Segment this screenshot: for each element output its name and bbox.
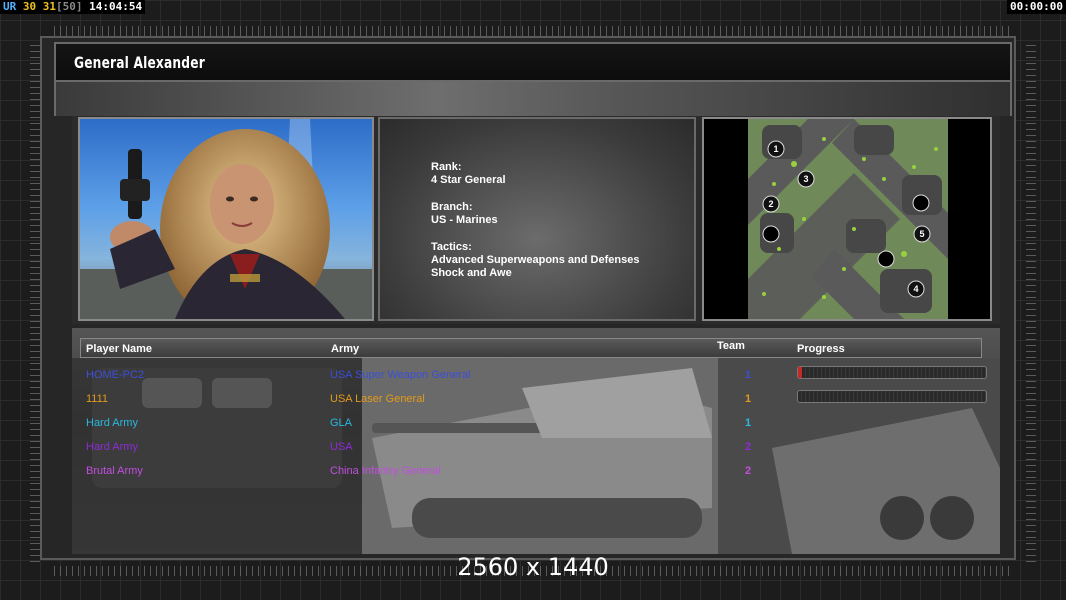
player-row: Hard Army USA 2 bbox=[0, 438, 1066, 458]
player-row: Hard Army GLA 1 bbox=[0, 414, 1066, 434]
player-progress-bar bbox=[797, 366, 987, 379]
player-row: Brutal Army China Infantry General 2 bbox=[0, 462, 1066, 482]
player-row: 1111 USA Laser General 1 bbox=[0, 390, 1066, 410]
rank-label: Rank: bbox=[431, 161, 462, 173]
fps-value-a: 30 bbox=[22, 0, 37, 13]
map-start-1: 1 bbox=[773, 144, 778, 154]
player-team: 2 bbox=[745, 465, 752, 477]
left-ruler bbox=[30, 40, 40, 562]
map-preview: 1 2 3 4 5 bbox=[702, 117, 992, 321]
map-start-5: 5 bbox=[919, 229, 924, 239]
player-army: GLA bbox=[330, 417, 353, 429]
player-team: 1 bbox=[745, 417, 752, 429]
player-name: 1111 bbox=[86, 393, 109, 405]
player-team: 1 bbox=[745, 369, 752, 381]
header-team: Team bbox=[717, 340, 745, 352]
map-start-3: 3 bbox=[803, 174, 808, 184]
clock: 14:04:54 bbox=[89, 0, 143, 13]
player-name: Brutal Army bbox=[86, 465, 143, 477]
player-row: HOME-PC2 USA Super Weapon General 1 bbox=[0, 366, 1066, 386]
player-army: USA Super Weapon General bbox=[330, 369, 471, 381]
player-name: Hard Army bbox=[86, 417, 138, 429]
decorative-band bbox=[54, 82, 1012, 116]
player-progress-bar bbox=[797, 390, 987, 403]
tactics-label: Tactics: bbox=[431, 241, 472, 253]
ur-label: UR bbox=[3, 0, 17, 13]
fps-limit: [50] bbox=[56, 0, 83, 13]
header-player-name: Player Name bbox=[86, 343, 153, 355]
branch-value: US - Marines bbox=[431, 214, 498, 226]
resolution-watermark: 2560 x 1440 bbox=[457, 553, 609, 581]
right-ruler bbox=[1026, 40, 1036, 562]
player-team: 2 bbox=[745, 441, 752, 453]
map-start-2: 2 bbox=[768, 199, 773, 209]
map-start-4: 4 bbox=[913, 284, 918, 294]
portrait-image bbox=[80, 119, 372, 319]
fps-overlay: UR 30 31[50] 14:04:54 bbox=[0, 0, 146, 14]
general-title: General Alexander bbox=[74, 53, 205, 72]
player-team: 1 bbox=[745, 393, 752, 405]
players-table-header: Player Name Army Team Progress bbox=[80, 338, 982, 358]
stats-text: Rank: 4 Star General Branch: US - Marine… bbox=[431, 161, 639, 280]
header-progress: Progress bbox=[797, 343, 845, 355]
player-name: Hard Army bbox=[86, 441, 138, 453]
player-army: China Infantry General bbox=[330, 465, 441, 477]
general-title-bar: General Alexander bbox=[54, 42, 1012, 82]
fps-value-b: 31 bbox=[42, 0, 56, 13]
player-progress-fill bbox=[798, 367, 802, 378]
tactics-line-2: Shock and Awe bbox=[431, 267, 512, 279]
player-army: USA bbox=[330, 441, 353, 453]
elapsed-timer: 00:00:00 bbox=[1007, 0, 1066, 14]
player-name: HOME-PC2 bbox=[86, 369, 145, 381]
rank-value: 4 Star General bbox=[431, 174, 506, 186]
general-portrait bbox=[78, 117, 374, 321]
general-stats-panel: Rank: 4 Star General Branch: US - Marine… bbox=[378, 117, 696, 321]
header-army: Army bbox=[331, 343, 360, 355]
branch-label: Branch: bbox=[431, 201, 473, 213]
tactics-line-1: Advanced Superweapons and Defenses bbox=[431, 254, 640, 266]
top-ruler bbox=[54, 26, 1012, 36]
player-army: USA Laser General bbox=[330, 393, 425, 405]
map-image: 1 2 3 4 5 bbox=[748, 119, 948, 319]
